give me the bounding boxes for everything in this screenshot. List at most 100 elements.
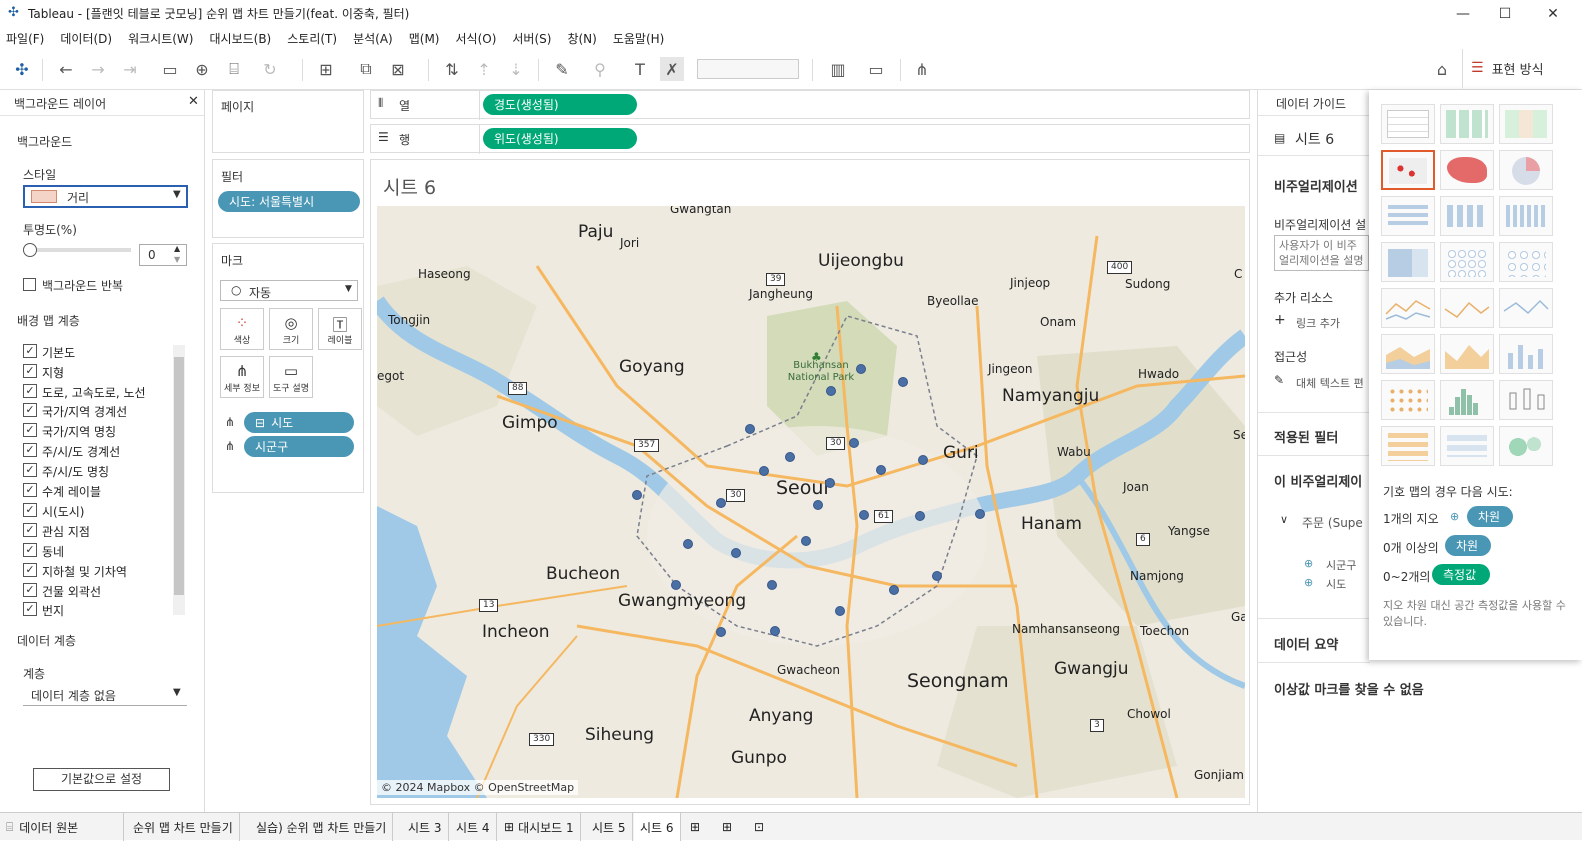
new-story-tab-icon[interactable]: ⊡ [748,813,770,841]
clear-sheet-icon[interactable]: ⊠ [386,57,410,81]
viz-desc-input[interactable]: 사용자가 이 비주얼리제이션을 설명하는 데 도움이 되는 설명을 입력 [1274,235,1369,271]
highlight-icon[interactable]: ✎ [550,57,574,81]
stepper-up-icon[interactable]: ▲ [174,244,180,253]
mark-type-dropdown[interactable]: ○ 자동 ▼ [220,280,358,301]
menu-window[interactable]: 창(N) [567,30,596,47]
layer-checkbox[interactable]: ✓ [23,523,37,537]
map-mark[interactable] [716,498,726,508]
chart-type-symbol-map[interactable] [1381,150,1435,190]
map-mark[interactable] [671,580,681,590]
map-mark[interactable] [898,377,908,387]
group-icon[interactable]: ⚲ [588,57,612,81]
chart-type-histogram[interactable] [1440,380,1494,420]
map-mark[interactable] [745,424,755,434]
tab-sheet[interactable]: 순위 맵 차트 만들기 [127,813,240,841]
menu-dashboard[interactable]: 대시보드(B) [209,30,271,47]
layer-checkbox[interactable]: ✓ [23,602,37,616]
swap-icon[interactable]: ⇅ [440,57,464,81]
map-mark[interactable] [835,606,845,616]
labels-icon[interactable]: T [628,57,652,81]
chart-type-filled-map[interactable] [1440,150,1494,190]
chart-type-lines-continuous[interactable] [1381,288,1435,328]
map-mark[interactable] [826,386,836,396]
new-datasource-icon[interactable]: ⊕ [190,57,214,81]
layer-checkbox[interactable]: ✓ [23,463,37,477]
layer-checkbox[interactable]: ✓ [23,403,37,417]
show-cards-icon[interactable]: ▥ [826,57,850,81]
map-mark[interactable] [767,580,777,590]
map-mark[interactable] [813,500,823,510]
layer-checkbox[interactable]: ✓ [23,503,37,517]
chart-type-lines-discrete[interactable] [1440,288,1494,328]
map-mark[interactable] [731,548,741,558]
redo-icon[interactable]: → [86,57,110,81]
map-mark[interactable] [915,511,925,521]
map-mark[interactable] [632,490,642,500]
maximize-button[interactable]: ☐ [1482,0,1528,27]
tab-sheet[interactable]: 시트 3 [402,813,449,841]
new-dashboard-tab-icon[interactable]: ⊞ [716,813,738,841]
chart-type-side-by-side-bars[interactable] [1499,196,1553,236]
opacity-stepper[interactable]: 0 ▲ ▼ [139,244,187,266]
map-mark[interactable] [770,626,780,636]
menu-analysis[interactable]: 분석(A) [353,30,393,47]
tab-sheet[interactable]: 실습) 순위 맵 차트 만들기 [250,813,394,841]
sort-ascending-icon[interactable]: ⇡ [472,57,496,81]
map-mark[interactable] [759,466,769,476]
label-button[interactable]: 🅃 레이블 [318,308,362,350]
close-pane-icon[interactable]: ✕ [188,94,199,109]
tab-data-source[interactable]: ⌸ 데이터 원본 [0,813,124,841]
hierarchy-dropdown[interactable]: 데이터 계층 없음 ▼ [23,684,187,706]
show-me-button[interactable]: ☰ 표현 방식 [1462,49,1582,89]
map-mark[interactable] [856,364,866,374]
layers-scrollbar[interactable] [173,345,185,615]
fit-dropdown[interactable] [697,59,799,79]
menu-help[interactable]: 도움말(H) [613,30,665,47]
menu-data[interactable]: 데이터(D) [60,30,112,47]
chart-type-heat-map[interactable] [1440,104,1494,144]
layer-checkbox[interactable]: ✓ [23,583,37,597]
map-mark[interactable] [801,536,811,546]
map-mark[interactable] [918,455,928,465]
chart-type-text-table[interactable] [1381,104,1435,144]
map-view[interactable]: Gwangtan Paju Jori Uijeongbu Haseong Jan… [377,206,1245,798]
detail-button[interactable]: ⋔ 세부 정보 [220,356,264,398]
latitude-pill[interactable]: 위도(생성됨) [483,128,637,149]
map-mark[interactable] [975,509,985,519]
chart-type-box-plot[interactable] [1499,380,1553,420]
tab-sheet-active[interactable]: 시트 6 [634,813,681,841]
stepper-down-icon[interactable]: ▼ [174,255,180,264]
scrollbar-thumb[interactable] [174,357,184,595]
chart-type-gantt[interactable] [1381,426,1435,466]
chart-type-circle-views[interactable] [1440,242,1494,282]
map-mark[interactable] [825,478,835,488]
tab-sheet[interactable]: 시트 4 [450,813,497,841]
map-attribution[interactable]: © 2024 Mapbox © OpenStreetMap [377,780,579,795]
pause-updates-icon[interactable]: ⌸ [222,57,246,81]
repeat-checkbox[interactable] [23,278,36,291]
map-mark[interactable] [859,510,869,520]
chart-type-treemap[interactable] [1381,242,1435,282]
tab-sheet[interactable]: 시트 5 [586,813,633,841]
map-mark[interactable] [785,452,795,462]
menu-server[interactable]: 서버(S) [512,30,551,47]
close-button[interactable]: ✕ [1530,0,1576,27]
menu-story[interactable]: 스토리(T) [287,30,337,47]
map-mark[interactable] [683,539,693,549]
layer-checkbox[interactable]: ✓ [23,423,37,437]
marks-field-sigungu[interactable]: 시군구 [244,436,354,457]
layer-checkbox[interactable]: ✓ [23,563,37,577]
chart-type-bullet[interactable] [1440,426,1494,466]
reset-default-button[interactable]: 기본값으로 설정 [33,768,170,791]
map-mark[interactable] [849,438,859,448]
map-mark[interactable] [932,571,942,581]
share-icon[interactable]: ⋔ [910,57,934,81]
columns-shelf[interactable]: ⦀ 열 경도(생성됨) [370,90,1250,120]
marks-field-sido[interactable]: ⊟ 시도 [244,412,354,433]
opacity-slider-track[interactable] [23,248,131,252]
presentation-icon[interactable]: ▭ [864,57,888,81]
rows-shelf[interactable]: ☰ 행 위도(생성됨) [370,124,1250,154]
new-worksheet-icon[interactable]: ⊞ [314,57,338,81]
new-worksheet-tab-icon[interactable]: ⊞ [684,813,706,841]
chart-type-area-continuous[interactable] [1381,334,1435,374]
